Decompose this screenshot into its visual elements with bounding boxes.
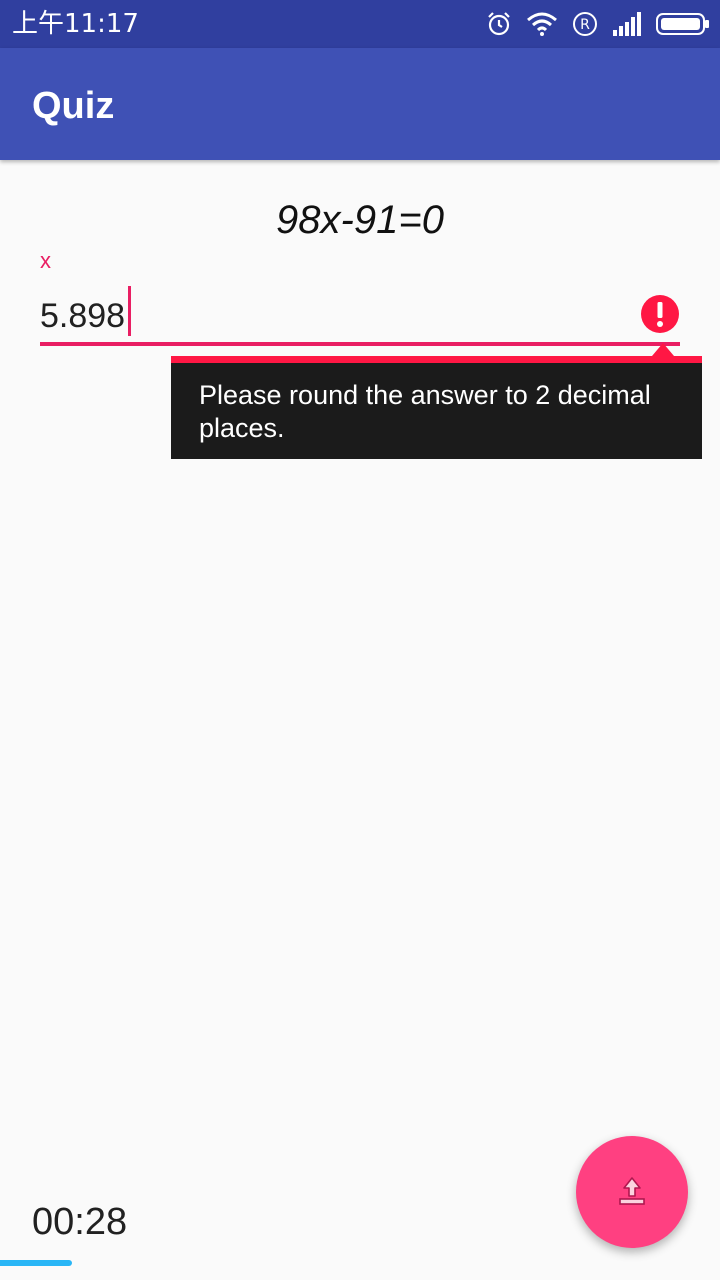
- timer-progress-fill: [0, 1260, 72, 1266]
- upload-icon: [612, 1170, 652, 1215]
- error-icon[interactable]: [640, 294, 680, 334]
- timer-progress-bar: [0, 1260, 720, 1266]
- svg-text:R: R: [580, 17, 590, 33]
- wifi-icon: [526, 11, 558, 37]
- text-caret: [128, 286, 131, 336]
- error-message: Please round the answer to 2 decimal pla…: [199, 380, 651, 443]
- signal-icon: [612, 12, 642, 36]
- app-title: Quiz: [32, 85, 115, 127]
- app-bar: Quiz: [0, 48, 720, 160]
- alarm-icon: [486, 11, 512, 37]
- status-bar: 上午11:17 R: [0, 0, 720, 48]
- question-equation: 98x-91=0: [276, 198, 444, 242]
- submit-button[interactable]: [576, 1136, 688, 1248]
- answer-field[interactable]: [40, 286, 680, 346]
- registered-icon: R: [572, 11, 598, 37]
- battery-icon: [656, 12, 710, 36]
- error-popup: Please round the answer to 2 decimal pla…: [171, 356, 702, 459]
- error-popup-arrow: [652, 343, 674, 356]
- answer-label: x: [40, 248, 51, 273]
- status-time: 上午11:17: [12, 9, 139, 39]
- timer-text: 00:28: [32, 1201, 128, 1243]
- status-icons: R: [472, 10, 710, 38]
